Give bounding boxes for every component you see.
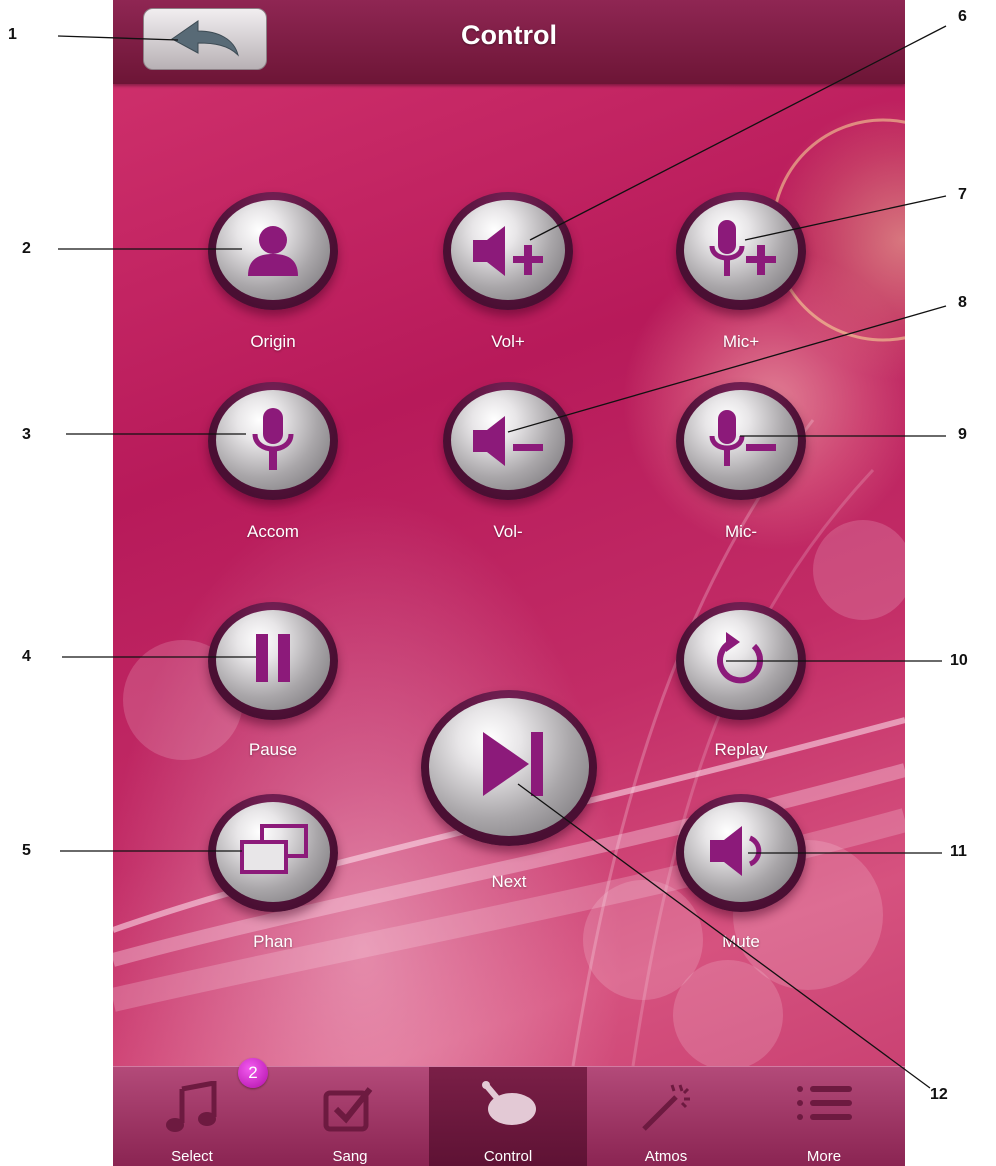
mic-up-button[interactable]: [676, 192, 806, 310]
tab-label: Select: [171, 1148, 213, 1165]
dual-screen-icon: [240, 824, 308, 874]
microphone-icon: [252, 408, 294, 470]
mic-down-button[interactable]: [676, 382, 806, 500]
pause-label: Pause: [248, 740, 298, 759]
magic-wand-icon: [642, 1084, 690, 1131]
tab-label: Sang: [332, 1148, 368, 1165]
mic-up-label: Mic+: [722, 332, 760, 351]
tab-label: Atmos: [644, 1148, 688, 1165]
tab-label: More: [806, 1148, 842, 1165]
tab-sang[interactable]: Sang: [271, 1067, 429, 1166]
annotation-4: 4: [22, 648, 31, 665]
accom-button[interactable]: [208, 382, 338, 500]
tab-control[interactable]: Control: [429, 1067, 587, 1166]
origin-button[interactable]: [208, 192, 338, 310]
origin-label: Origin: [250, 332, 296, 351]
annotation-12: 12: [930, 1086, 948, 1103]
annotation-1: 1: [8, 26, 17, 43]
mic-up-icon: [709, 220, 776, 276]
vol-up-label: Vol+: [491, 332, 525, 351]
next-label: Next: [491, 872, 527, 891]
sang-badge: 2: [238, 1058, 268, 1088]
annotation-11: 11: [950, 843, 967, 860]
mic-down-label: Mic-: [724, 522, 758, 541]
volume-up-icon: [473, 226, 543, 276]
page-title: Control: [461, 20, 557, 50]
annotation-7: 7: [958, 186, 967, 203]
person-icon: [248, 226, 298, 276]
tab-atmos[interactable]: Atmos: [587, 1067, 745, 1166]
mute-label: Mute: [722, 932, 760, 951]
phan-label: Phan: [253, 932, 293, 951]
next-track-icon: [483, 732, 543, 796]
annotation-6: 6: [958, 8, 967, 25]
annotation-3: 3: [22, 426, 31, 443]
mute-button[interactable]: [676, 794, 806, 912]
list-icon: [797, 1086, 852, 1120]
vol-up-button[interactable]: [443, 192, 573, 310]
mute-icon: [710, 826, 762, 876]
replay-button[interactable]: [676, 602, 806, 720]
annotation-10: 10: [950, 652, 968, 669]
tab-bar: Select Sang Control Atmos More: [113, 1066, 905, 1166]
next-button[interactable]: [421, 690, 597, 846]
vol-down-button[interactable]: [443, 382, 573, 500]
phone-screen: Control Origin Vol+ Mic+ Accom Vol- Mic-…: [113, 0, 905, 1166]
pause-icon: [256, 634, 290, 682]
checklist-icon: [323, 1087, 373, 1132]
phan-button[interactable]: [208, 794, 338, 912]
replay-icon: [717, 632, 763, 684]
pause-button[interactable]: [208, 602, 338, 720]
annotation-9: 9: [958, 426, 967, 443]
music-note-icon: [166, 1081, 217, 1132]
tab-more[interactable]: More: [745, 1067, 903, 1166]
annotation-8: 8: [958, 294, 967, 311]
volume-down-icon: [473, 416, 543, 466]
control-icon: [482, 1081, 536, 1125]
replay-label: Replay: [714, 740, 768, 759]
top-bar: Control: [113, 0, 905, 84]
annotation-5: 5: [22, 842, 31, 859]
accom-label: Accom: [247, 522, 299, 541]
vol-down-label: Vol-: [493, 522, 523, 541]
annotation-2: 2: [22, 240, 31, 257]
tab-label: Control: [483, 1148, 533, 1165]
mic-down-icon: [709, 410, 776, 466]
